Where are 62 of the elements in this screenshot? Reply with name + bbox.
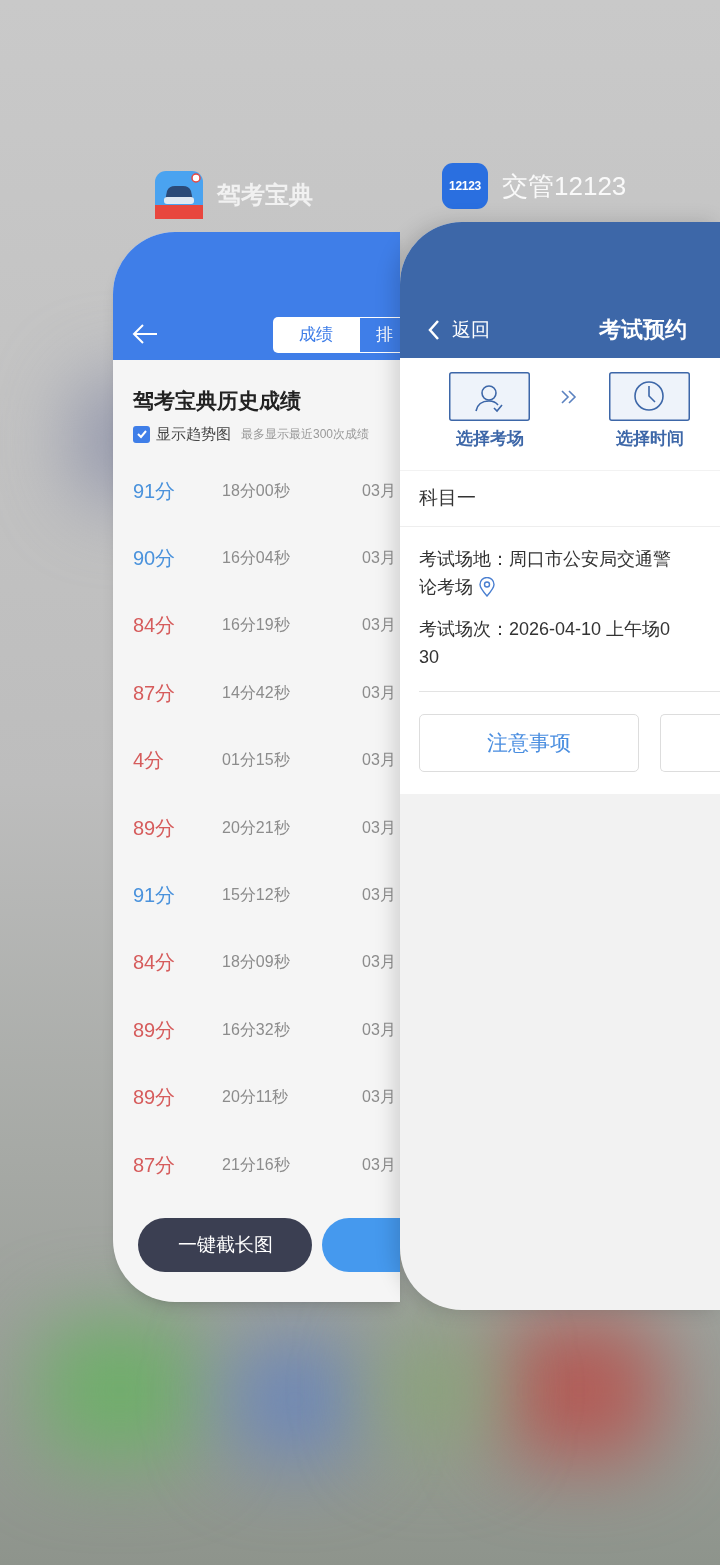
page-title: 驾考宝典历史成绩 xyxy=(133,388,301,414)
score: 89分 xyxy=(133,1017,177,1043)
score: 4分 xyxy=(133,748,166,774)
hint-text: 最多显示最近300次成绩 xyxy=(241,426,370,443)
duration: 01分15秒 xyxy=(222,750,291,771)
duration: 14分42秒 xyxy=(222,682,291,703)
detail-text: 考试场次：2026-04-10 上午场0 xyxy=(419,617,671,641)
action-button[interactable] xyxy=(322,1218,400,1272)
score: 87分 xyxy=(133,1152,177,1178)
duration: 15分12秒 xyxy=(222,885,291,906)
score: 84分 xyxy=(133,613,177,639)
chevron-left-icon xyxy=(428,319,440,342)
double-chevron-icon xyxy=(560,389,578,405)
score: 91分 xyxy=(133,478,177,504)
checkbox-label: 显示趋势图 xyxy=(156,423,231,444)
page-title: 考试预约 xyxy=(599,316,687,344)
subject-label: 科目一 xyxy=(419,486,476,511)
date: 03月 xyxy=(362,548,396,569)
back-button[interactable]: 返回 xyxy=(428,316,490,345)
app-window[interactable]: 返回 考试预约 选择考场 选择时间 科目一 考试场地：周口市公安局交通警 论考场 考试场次：2026-04-10 上午场0 30 注意事项 xyxy=(400,222,720,1310)
duration: 16分04秒 xyxy=(222,548,291,569)
date: 03月 xyxy=(362,615,396,636)
notice-button[interactable]: 注意事项 xyxy=(419,714,639,772)
location-pin-icon xyxy=(479,577,495,597)
duration: 18分00秒 xyxy=(222,480,291,501)
checkmark-icon xyxy=(135,428,148,440)
date: 03月 xyxy=(362,750,396,771)
clock-icon xyxy=(609,372,690,421)
date: 03月 xyxy=(362,952,396,973)
duration: 16分19秒 xyxy=(222,615,291,636)
duration: 20分21秒 xyxy=(222,817,291,838)
back-arrow-icon xyxy=(132,324,158,344)
app-window[interactable] xyxy=(113,232,400,1302)
date: 03月 xyxy=(362,885,396,906)
duration: 21分16秒 xyxy=(222,1154,291,1175)
screenshot-button[interactable]: 一键截长图 xyxy=(138,1218,312,1272)
date: 03月 xyxy=(362,1019,396,1040)
date: 03月 xyxy=(362,1087,396,1108)
app-icon xyxy=(155,171,203,219)
step-label: 选择考场 xyxy=(454,428,525,450)
checkbox[interactable] xyxy=(133,425,150,443)
detail-text: 论考场 xyxy=(419,575,473,599)
person-check-icon xyxy=(449,372,530,421)
segment-tab[interactable]: 排 xyxy=(359,317,400,353)
date: 03月 xyxy=(362,817,396,838)
date: 03月 xyxy=(362,682,396,703)
date: 03月 xyxy=(362,480,396,501)
segment-tab[interactable]: 成绩 xyxy=(273,317,359,353)
date: 03月 xyxy=(362,1154,396,1175)
score: 90分 xyxy=(133,546,177,572)
duration: 20分11秒 xyxy=(222,1087,290,1108)
score: 84分 xyxy=(133,950,177,976)
duration: 16分32秒 xyxy=(222,1019,291,1040)
score: 89分 xyxy=(133,1085,177,1111)
duration: 18分09秒 xyxy=(222,952,291,973)
score: 87分 xyxy=(133,680,177,706)
score: 89分 xyxy=(133,815,177,841)
score: 91分 xyxy=(133,883,177,909)
step-label: 选择时间 xyxy=(614,428,685,450)
detail-text: 30 xyxy=(419,645,440,669)
detail-text: 考试场地：周口市公安局交通警 xyxy=(419,547,671,571)
icon-label: 12123 xyxy=(449,178,481,195)
